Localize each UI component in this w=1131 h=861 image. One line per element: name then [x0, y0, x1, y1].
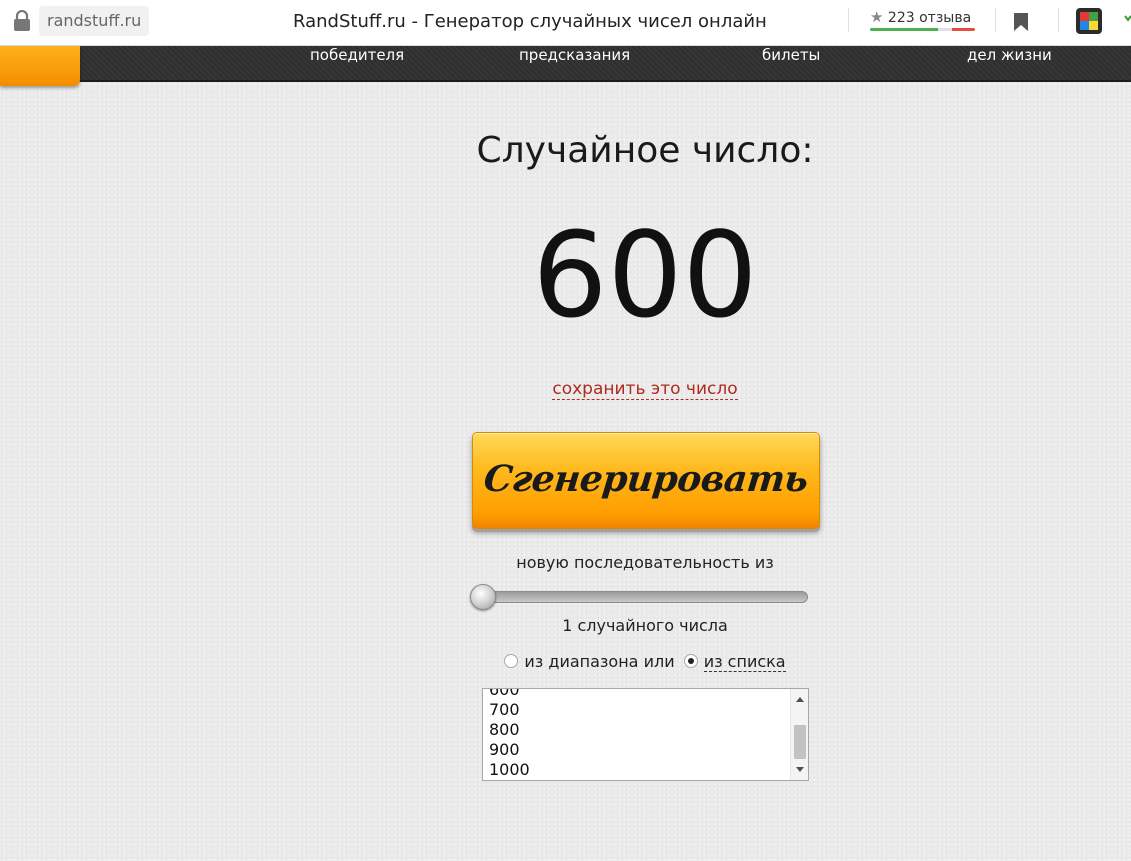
random-number-result: 600 [532, 206, 758, 344]
number-list-lines: 600 700 800 900 1000 [489, 688, 788, 780]
save-number-link-row: сохранить это число [0, 378, 1131, 400]
reviews-rating-bar [870, 28, 975, 31]
nav-item-winner[interactable]: победителя [310, 46, 404, 66]
extension-icon[interactable] [1076, 8, 1102, 34]
bookmark-icon[interactable] [1013, 12, 1029, 32]
number-list-textarea[interactable]: 600 700 800 900 1000 [482, 688, 809, 781]
count-slider-thumb[interactable] [470, 584, 496, 610]
radio-list-label[interactable]: из списка [703, 652, 786, 672]
source-radio-group: из диапазона или из списка [0, 651, 1131, 673]
toolbar-divider [995, 8, 996, 32]
reviews-label: отзыва [919, 10, 972, 26]
nav-item-tickets[interactable]: билеты [762, 46, 820, 66]
scrollbar-thumb[interactable] [794, 725, 806, 759]
count-slider-track[interactable] [478, 591, 808, 603]
radio-range-label[interactable]: из диапазона или [524, 652, 674, 671]
list-line: 700 [489, 700, 520, 719]
star-icon: ★ [870, 8, 884, 26]
nav-item-predictions[interactable]: предсказания [519, 46, 630, 66]
radio-range[interactable] [504, 654, 519, 668]
count-label: 1 случайного числа [562, 616, 728, 635]
site-logo-tab[interactable] [0, 46, 80, 86]
listbox-scrollbar[interactable] [790, 689, 808, 780]
toolbar-divider [1058, 8, 1059, 32]
generate-button[interactable]: Сгенерировать [472, 432, 820, 529]
save-number-link[interactable]: сохранить это число [552, 379, 738, 400]
page-heading: Случайное число: [476, 130, 814, 171]
lock-icon [14, 10, 30, 31]
scroll-down-icon[interactable] [796, 767, 804, 772]
list-line: 800 [489, 720, 520, 739]
browser-page-title: RandStuff.ru - Генератор случайных чисел… [293, 11, 767, 32]
sequence-label: новую последовательность из [516, 553, 774, 572]
download-arrow-icon[interactable] [1124, 14, 1131, 28]
list-line: 600 [489, 688, 520, 699]
toolbar-divider [848, 8, 849, 32]
scroll-up-icon[interactable] [796, 697, 804, 702]
list-line: 900 [489, 740, 520, 759]
reviews-count: 223 [887, 10, 915, 26]
browser-toolbar: randstuff.ru RandStuff.ru - Генератор сл… [0, 0, 1131, 46]
generate-button-label: Сгенерировать [481, 457, 811, 500]
radio-list[interactable] [683, 654, 698, 668]
list-line: 1000 [489, 760, 530, 779]
nav-item-life-goals[interactable]: дел жизни [967, 46, 1052, 66]
address-bar[interactable]: randstuff.ru [39, 6, 150, 36]
